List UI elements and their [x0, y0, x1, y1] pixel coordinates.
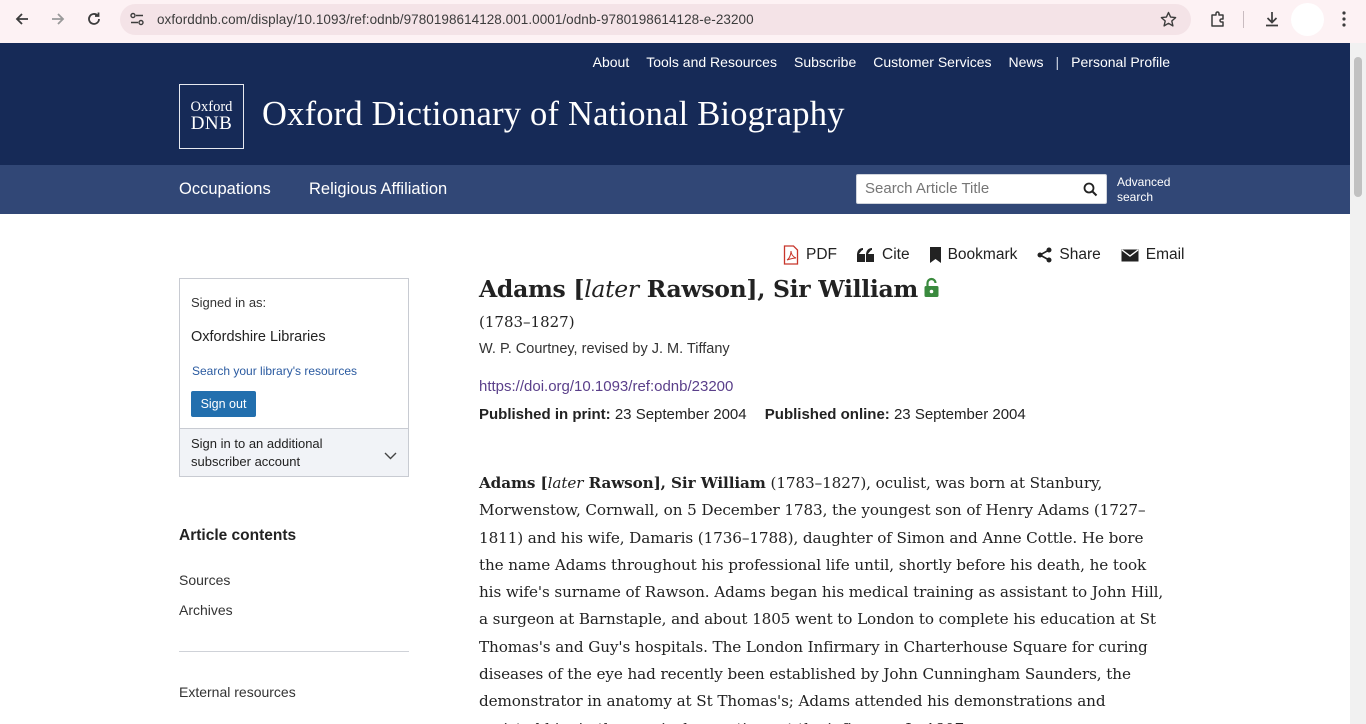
additional-account-toggle[interactable]: Sign in to an additional subscriber acco…	[180, 428, 408, 476]
scrollbar-thumb[interactable]	[1354, 57, 1362, 197]
pdf-icon	[783, 245, 799, 265]
doi-link[interactable]: https://doi.org/10.1093/ref:odnb/23200	[479, 378, 733, 395]
site-header: About Tools and Resources Subscribe Cust…	[0, 43, 1350, 165]
body-lead-part2: Rawson], Sir William	[583, 474, 766, 492]
share-button[interactable]: Share	[1037, 246, 1101, 264]
nav-religious-affiliation[interactable]: Religious Affiliation	[309, 180, 447, 199]
share-icon	[1037, 247, 1052, 263]
article-body: Adams [later Rawson], Sir William (1783–…	[479, 470, 1169, 724]
title-part1: Adams [	[479, 275, 585, 303]
search-input[interactable]	[865, 180, 1075, 197]
signed-in-label: Signed in as:	[191, 295, 267, 310]
advanced-search-link[interactable]: Advanced search	[1117, 175, 1187, 204]
logo-line1: Oxford	[190, 99, 233, 115]
download-icon[interactable]	[1257, 6, 1287, 32]
cite-label: Cite	[882, 246, 910, 263]
body-lead-part1: Adams [	[479, 474, 548, 492]
body-text: (1783–1827), oculist, was born at Stanbu…	[479, 474, 1164, 724]
published-online-date: 23 September 2004	[893, 406, 1026, 423]
published-print-label: Published in print:	[479, 406, 611, 423]
toc-archives[interactable]: Archives	[179, 602, 233, 618]
site-logo[interactable]: Oxford DNB	[179, 84, 244, 149]
star-icon[interactable]	[1160, 11, 1177, 33]
share-label: Share	[1059, 246, 1101, 263]
toolbar-divider	[1243, 11, 1244, 28]
page-scrollbar[interactable]	[1350, 43, 1366, 724]
email-label: Email	[1145, 246, 1185, 263]
address-bar[interactable]: oxforddnb.com/display/10.1093/ref:odnb/9…	[120, 4, 1191, 35]
published-online-label: Published online:	[764, 406, 890, 423]
library-resources-link[interactable]: Search your library's resources	[192, 364, 357, 378]
nav-occupations[interactable]: Occupations	[179, 180, 271, 199]
email-button[interactable]: Email	[1121, 246, 1185, 264]
extensions-icon[interactable]	[1203, 6, 1233, 32]
customer-services-link[interactable]: Customer Services	[873, 54, 991, 70]
site-info-icon[interactable]	[129, 12, 145, 31]
sign-out-button[interactable]: Sign out	[191, 391, 256, 417]
bookmark-button[interactable]: Bookmark	[929, 246, 1018, 264]
menu-icon[interactable]	[1329, 6, 1359, 32]
bookmark-icon	[929, 247, 941, 263]
cite-button[interactable]: Cite	[857, 246, 910, 264]
published-print-date: 23 September 2004	[614, 406, 747, 423]
profile-avatar[interactable]	[1291, 3, 1324, 36]
back-icon[interactable]	[7, 6, 37, 32]
reload-icon[interactable]	[79, 6, 109, 32]
bookmark-label: Bookmark	[947, 246, 1018, 263]
browser-toolbar: oxforddnb.com/display/10.1093/ref:odnb/9…	[0, 0, 1366, 43]
about-link[interactable]: About	[593, 54, 630, 70]
quote-icon	[857, 248, 874, 262]
toc-sources[interactable]: Sources	[179, 572, 230, 588]
email-icon	[1121, 248, 1139, 261]
pdf-button[interactable]: PDF	[783, 245, 837, 265]
pdf-label: PDF	[806, 246, 837, 263]
tools-resources-link[interactable]: Tools and Resources	[646, 54, 777, 70]
publication-info: Published in print: 23 September 2004 Pu…	[479, 406, 1026, 423]
forward-icon[interactable]	[43, 6, 73, 32]
article-toolbar: PDF Cite Bookmark Share Email	[783, 244, 1185, 266]
article-authors: W. P. Courtney, revised by J. M. Tiffany	[479, 341, 730, 357]
utility-nav: About Tools and Resources Subscribe Cust…	[576, 54, 1170, 70]
title-part2: Rawson], Sir William	[638, 275, 919, 303]
news-link[interactable]: News	[1009, 54, 1044, 70]
subscribe-link[interactable]: Subscribe	[794, 54, 856, 70]
search-box	[856, 174, 1107, 204]
article-title: Adams [later Rawson], Sir William	[479, 275, 939, 304]
sidebar-divider	[179, 651, 409, 652]
url-text[interactable]: oxforddnb.com/display/10.1093/ref:odnb/9…	[157, 12, 754, 27]
life-dates: (1783–1827)	[479, 313, 575, 331]
main-nav: Occupations Religious Affiliation Advanc…	[0, 165, 1350, 214]
open-access-lock-icon	[924, 276, 939, 304]
site-title[interactable]: Oxford Dictionary of National Biography	[262, 95, 845, 134]
signin-panel: Signed in as: Oxfordshire Libraries Sear…	[179, 278, 409, 477]
search-icon[interactable]	[1083, 182, 1098, 202]
external-resources-link[interactable]: External resources	[179, 684, 296, 700]
page-viewport: About Tools and Resources Subscribe Cust…	[0, 43, 1350, 724]
utility-separator: |	[1055, 54, 1060, 70]
article-contents-heading: Article contents	[179, 527, 297, 544]
logo-line2: DNB	[190, 113, 233, 134]
library-name: Oxfordshire Libraries	[191, 329, 326, 345]
body-lead: Adams [later Rawson], Sir William	[479, 474, 766, 492]
chevron-down-icon	[384, 447, 397, 465]
body-lead-italic: later	[547, 474, 584, 492]
title-italic: later	[584, 275, 639, 303]
personal-profile-link[interactable]: Personal Profile	[1071, 54, 1170, 70]
additional-account-label: Sign in to an additional subscriber acco…	[191, 436, 323, 469]
